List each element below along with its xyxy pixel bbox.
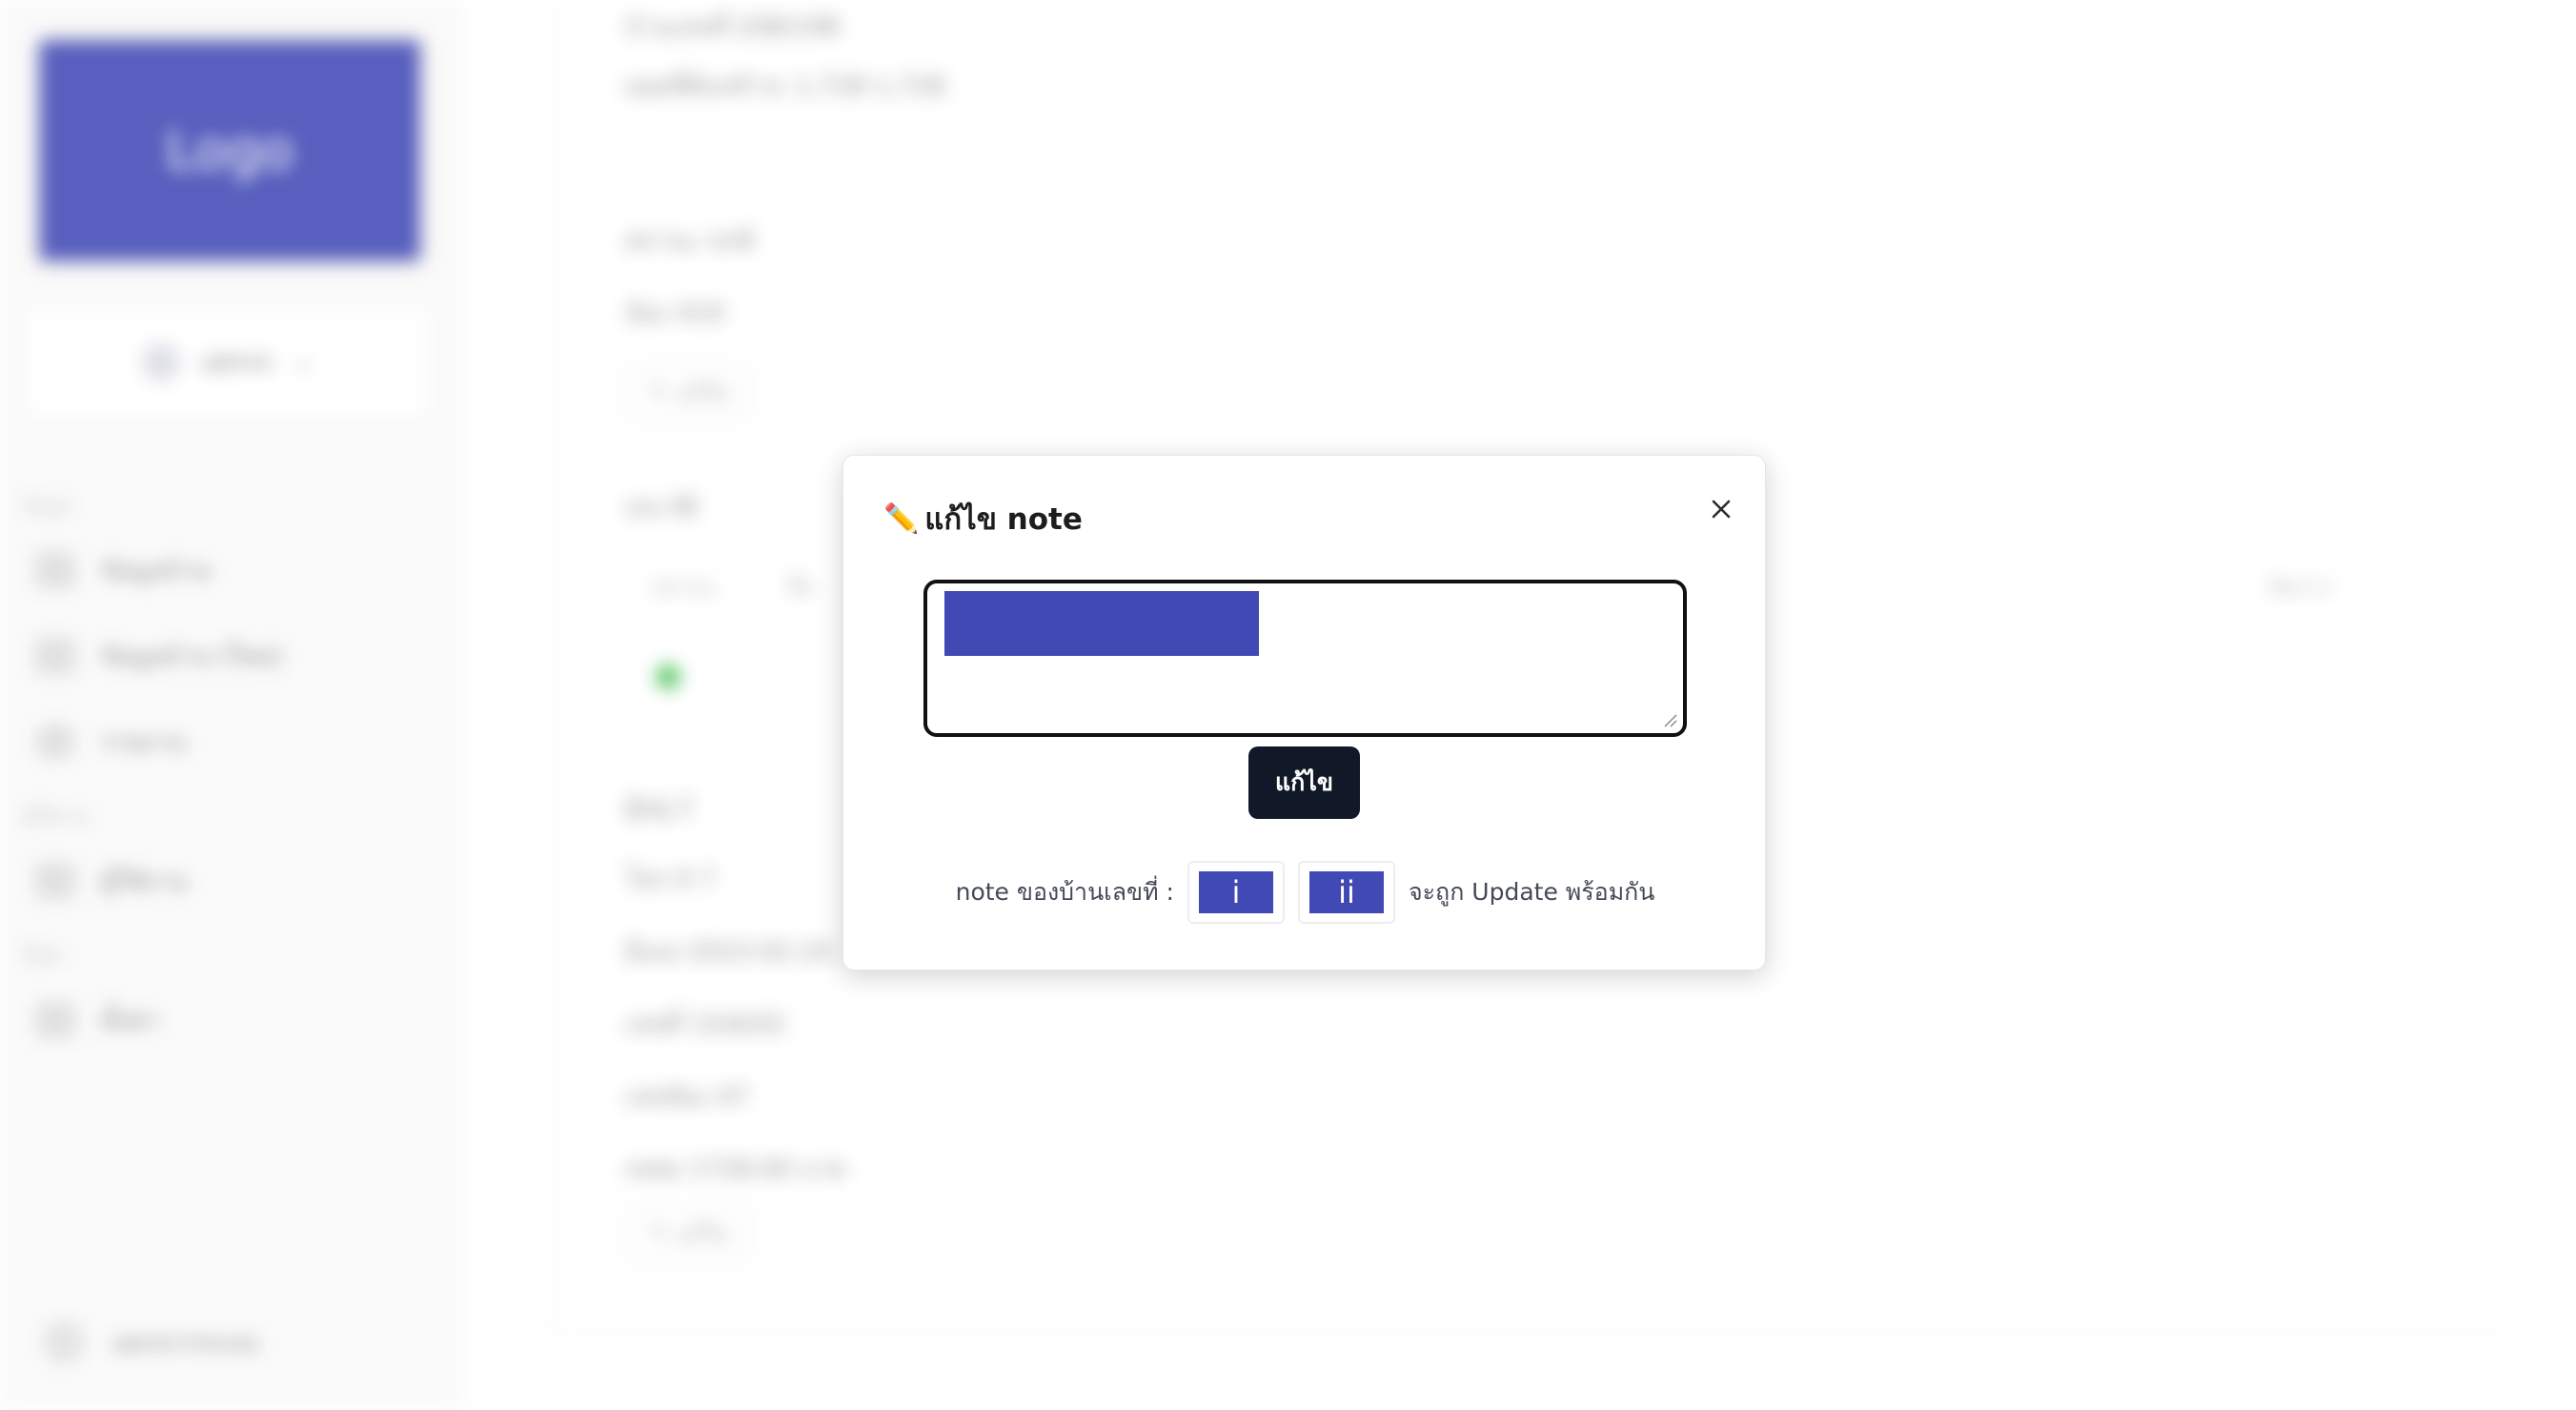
note-textarea-container [923,580,1687,737]
modal-title: ✏️ แก้ไข note [883,495,1083,542]
resize-grip-icon[interactable] [1662,712,1677,727]
close-button[interactable] [1697,485,1745,533]
house-number: i [1198,871,1273,913]
pencil-icon: ✏️ [883,501,920,536]
redacted-text-block [944,591,1259,656]
note-suffix-text: จะถูก Update พร้อมกัน [1408,878,1655,906]
house-number-chip: i [1187,861,1285,924]
submit-edit-button[interactable]: แก้ไข [1248,746,1360,819]
close-icon [1712,500,1731,519]
house-number-chip: ii [1297,861,1395,924]
modal-title-text: แก้ไข note [924,502,1083,537]
edit-note-modal: ✏️ แก้ไข note แก้ไข note ของบ้านเลขที่ :… [842,455,1766,971]
note-prefix-text: note ของบ้านเลขที่ : [955,878,1174,906]
house-number: ii [1308,871,1384,913]
house-note-info: note ของบ้านเลขที่ : i ii จะถูก Update พ… [843,859,1767,926]
